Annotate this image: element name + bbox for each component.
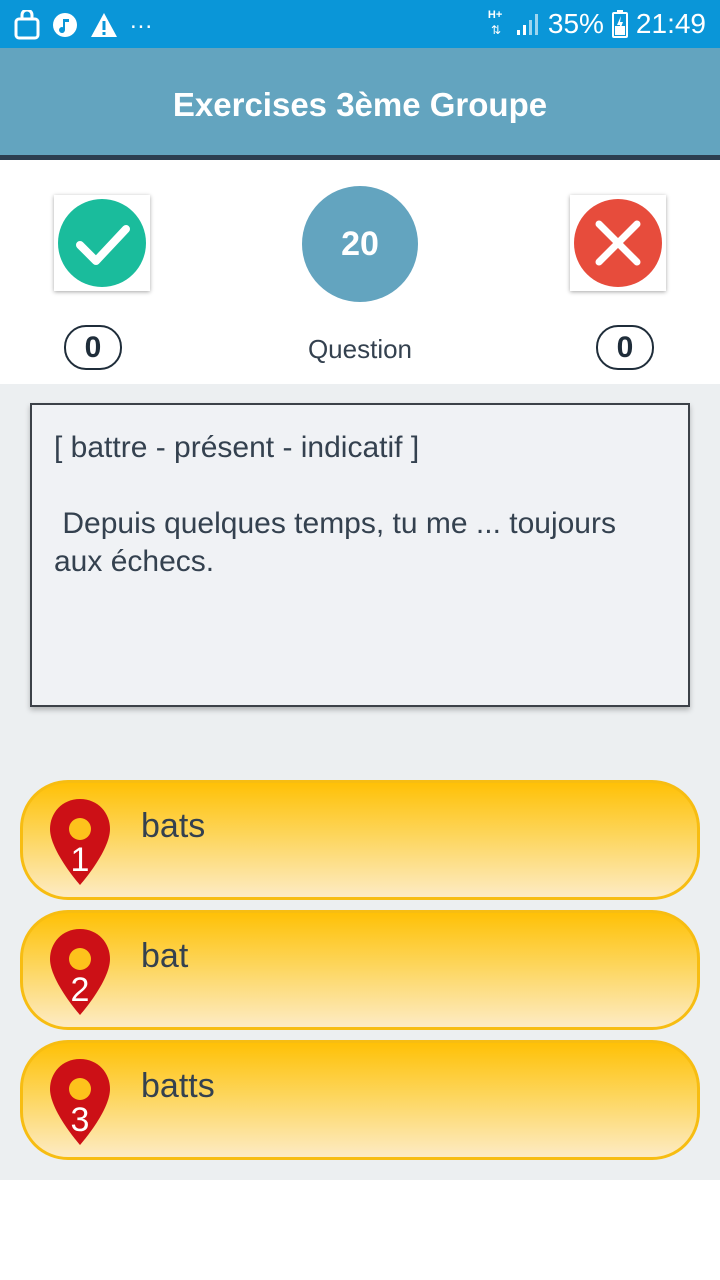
answer-number: 3 <box>70 1101 90 1139</box>
status-bar-notifications: ... <box>14 7 154 42</box>
status-overflow: ... <box>130 7 154 34</box>
question-label: Question <box>307 334 413 364</box>
score-panel: 0 20 Question 0 <box>0 164 720 384</box>
signal-icon <box>516 14 538 35</box>
answer-label: bats <box>141 807 206 845</box>
answer-label: batts <box>141 1067 215 1105</box>
app-bar: Exercises 3ème Groupe <box>0 48 720 160</box>
status-bar: ... H+ ⇅ 35% 21:49 <box>0 0 720 48</box>
question-number: 20 <box>341 224 379 263</box>
warning-icon <box>91 13 117 37</box>
network-type: H+ <box>487 9 503 21</box>
question-sentence-text: Depuis quelques temps, tu me ... toujour… <box>54 507 616 578</box>
battery-percent: 35% <box>547 8 604 39</box>
exercise-area: [ battre - présent - indicatif ] Depuis … <box>0 384 720 1180</box>
correct-count: 0 <box>64 325 122 370</box>
answer-number: 1 <box>70 841 90 879</box>
bag-icon <box>14 10 40 40</box>
status-bar-system: H+ ⇅ 35% 21:49 <box>488 6 706 42</box>
answer-option-1[interactable]: 1 bats <box>20 780 700 900</box>
clock: 21:49 <box>635 8 706 39</box>
wrong-count: 0 <box>596 325 654 370</box>
app-title: Exercises 3ème Groupe <box>172 85 548 123</box>
wrong-card <box>570 195 666 291</box>
music-icon <box>53 13 77 37</box>
data-arrows-icon: H+ ⇅ <box>487 9 503 37</box>
answer-option-3[interactable]: 3 batts <box>20 1040 700 1160</box>
battery-charging-icon <box>611 10 628 38</box>
question-number-badge: 20 <box>302 186 418 302</box>
correct-card <box>54 195 150 291</box>
question-box: [ battre - présent - indicatif ] Depuis … <box>30 403 690 707</box>
question-prompt: [ battre - présent - indicatif ] <box>54 431 420 464</box>
answer-option-2[interactable]: 2 bat <box>20 910 700 1030</box>
answer-number: 2 <box>70 971 90 1009</box>
correct-check-icon <box>58 199 146 287</box>
wrong-x-icon <box>574 199 662 287</box>
question-sentence: Depuis quelques temps, tu me ... toujour… <box>54 505 666 581</box>
answer-label: bat <box>141 937 189 975</box>
